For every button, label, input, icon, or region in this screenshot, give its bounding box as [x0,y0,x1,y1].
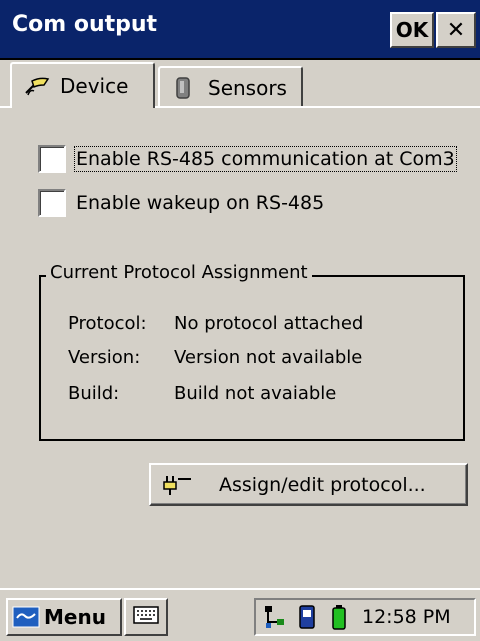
assign-protocol-button[interactable]: Assign/edit protocol... [149,463,468,506]
rs485-label: Enable RS-485 communication at Com3 [74,146,457,172]
protocol-value: No protocol attached [174,313,364,334]
wakeup-checkbox[interactable] [38,189,66,217]
title-bar: Com output OK ✕ [0,0,480,60]
network-icon[interactable] [262,603,288,631]
assign-protocol-label: Assign/edit protocol... [219,473,426,496]
device-status-icon[interactable] [294,603,320,631]
tab-sensors-label: Sensors [208,76,287,100]
ok-button[interactable]: OK [390,12,434,48]
system-tray: 12:58 PM [254,598,476,636]
rs485-option[interactable]: Enable RS-485 communication at Com3 [38,145,457,173]
clock[interactable]: 12:58 PM [362,606,451,628]
plug-icon [161,473,201,497]
keyboard-button[interactable] [124,598,168,636]
version-key: Version: [68,347,141,368]
window-title: Com output [12,12,158,37]
menu-label: Menu [44,605,106,629]
windows-logo-icon [12,606,40,628]
wakeup-option[interactable]: Enable wakeup on RS-485 [38,189,324,217]
keyboard-icon [133,606,159,628]
taskbar: Menu 12:58 PM [0,588,480,641]
menu-button[interactable]: Menu [6,598,122,636]
wakeup-label: Enable wakeup on RS-485 [76,192,325,214]
rs485-checkbox[interactable] [38,145,66,173]
tab-device[interactable]: Device [10,62,155,108]
build-value: Build not avaiable [174,383,337,404]
device-icon [24,74,54,98]
protocol-key: Protocol: [68,313,147,334]
protocol-group-legend: Current Protocol Assignment [46,262,312,283]
tab-device-label: Device [60,74,129,98]
build-key: Build: [68,383,120,404]
screen: Com output OK ✕ Device Sensors Enable RS… [0,0,480,641]
close-button[interactable]: ✕ [436,12,476,48]
tab-sensors[interactable]: Sensors [158,66,303,108]
battery-icon[interactable] [326,603,352,631]
version-value: Version not available [174,347,363,368]
sensor-icon [172,76,202,100]
